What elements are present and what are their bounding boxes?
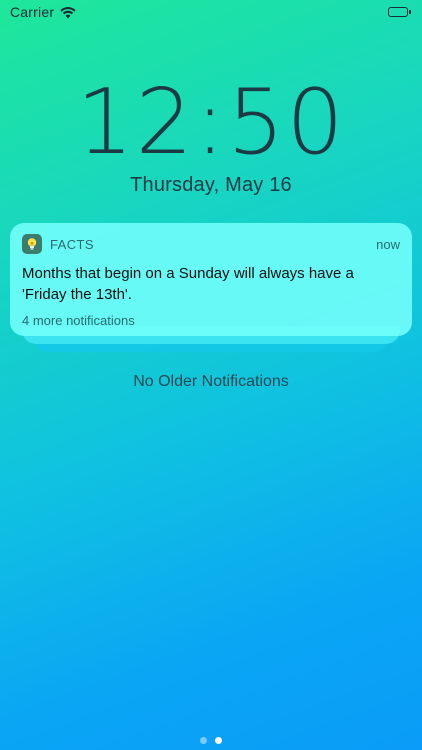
- lock-screen-date: Thursday, May 16: [130, 174, 292, 196]
- page-dot[interactable]: [200, 737, 207, 744]
- wifi-icon: [60, 6, 76, 19]
- status-bar: Carrier: [0, 0, 422, 24]
- notification-app-name: FACTS: [50, 236, 94, 252]
- page-indicator[interactable]: [0, 737, 422, 744]
- carrier-label: Carrier: [10, 4, 55, 20]
- notification-time: now: [376, 236, 400, 252]
- no-older-notifications-label: No Older Notifications: [133, 373, 289, 390]
- notification-card[interactable]: FACTS now Months that begin on a Sunday …: [10, 223, 412, 336]
- page-dot-active[interactable]: [215, 737, 222, 744]
- lightbulb-icon: [22, 234, 42, 254]
- notification-header: FACTS now: [22, 233, 400, 255]
- battery-icon: [388, 6, 412, 18]
- lock-screen-clock: 12:50: [76, 70, 346, 175]
- more-notifications-link[interactable]: 4 more notifications: [22, 313, 400, 328]
- notification-message: Months that begin on a Sunday will alway…: [22, 265, 354, 303]
